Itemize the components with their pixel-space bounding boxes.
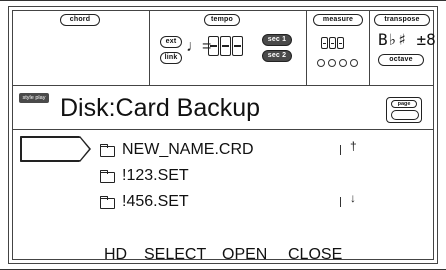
scroll-bar <box>340 197 341 207</box>
ext-indicator: ext <box>160 36 182 48</box>
scroll-bar <box>340 145 341 155</box>
close-button[interactable]: CLOSE <box>288 246 342 264</box>
scroll-down-icon[interactable]: ↓ <box>350 191 356 205</box>
file-row[interactable]: !123.SET <box>100 164 189 188</box>
transpose-section: transpose B♭♯ ±8 octave <box>370 10 436 86</box>
page-digits <box>391 110 419 120</box>
page-label: page <box>391 100 417 108</box>
folder-icon <box>100 170 115 183</box>
file-name: !456.SET <box>122 193 189 210</box>
file-selector[interactable] <box>20 136 80 162</box>
file-row[interactable]: !456.SET <box>100 190 189 214</box>
status-bar: chord tempo ext link ♩= sec 1 sec 2 meas… <box>12 10 436 86</box>
chord-label: chord <box>60 14 100 26</box>
open-button[interactable]: OPEN <box>222 246 267 264</box>
scroll-top-icon[interactable]: † <box>350 139 357 153</box>
link-indicator: link <box>160 52 182 64</box>
file-row[interactable]: NEW_NAME.CRD <box>100 138 254 162</box>
sec1-indicator: sec 1 <box>262 34 292 46</box>
hd-button[interactable]: HD <box>104 246 127 264</box>
select-button[interactable]: SELECT <box>144 246 206 264</box>
measure-digits <box>321 34 345 53</box>
page-title: Disk:Card Backup <box>60 94 261 122</box>
tempo-label: tempo <box>204 14 240 26</box>
octave-label: octave <box>378 54 424 66</box>
file-name: !123.SET <box>122 167 189 184</box>
transpose-value: B♭♯ ±8 <box>378 30 436 49</box>
beat-indicator <box>317 54 361 72</box>
tempo-digits <box>208 36 244 60</box>
chord-section: chord <box>12 10 150 86</box>
transpose-label: transpose <box>374 14 430 26</box>
selector-arrow-icon-inner <box>80 138 89 160</box>
tempo-section: tempo ext link ♩= sec 1 sec 2 <box>150 10 307 86</box>
folder-icon <box>100 196 115 209</box>
style-play-tag: style play <box>19 93 49 103</box>
folder-icon <box>100 144 115 157</box>
measure-section: measure <box>307 10 370 86</box>
measure-label: measure <box>313 14 363 26</box>
file-name: NEW_NAME.CRD <box>122 141 254 158</box>
sec2-indicator: sec 2 <box>262 50 292 62</box>
title-divider <box>12 129 434 130</box>
page-indicator: page <box>386 97 422 123</box>
